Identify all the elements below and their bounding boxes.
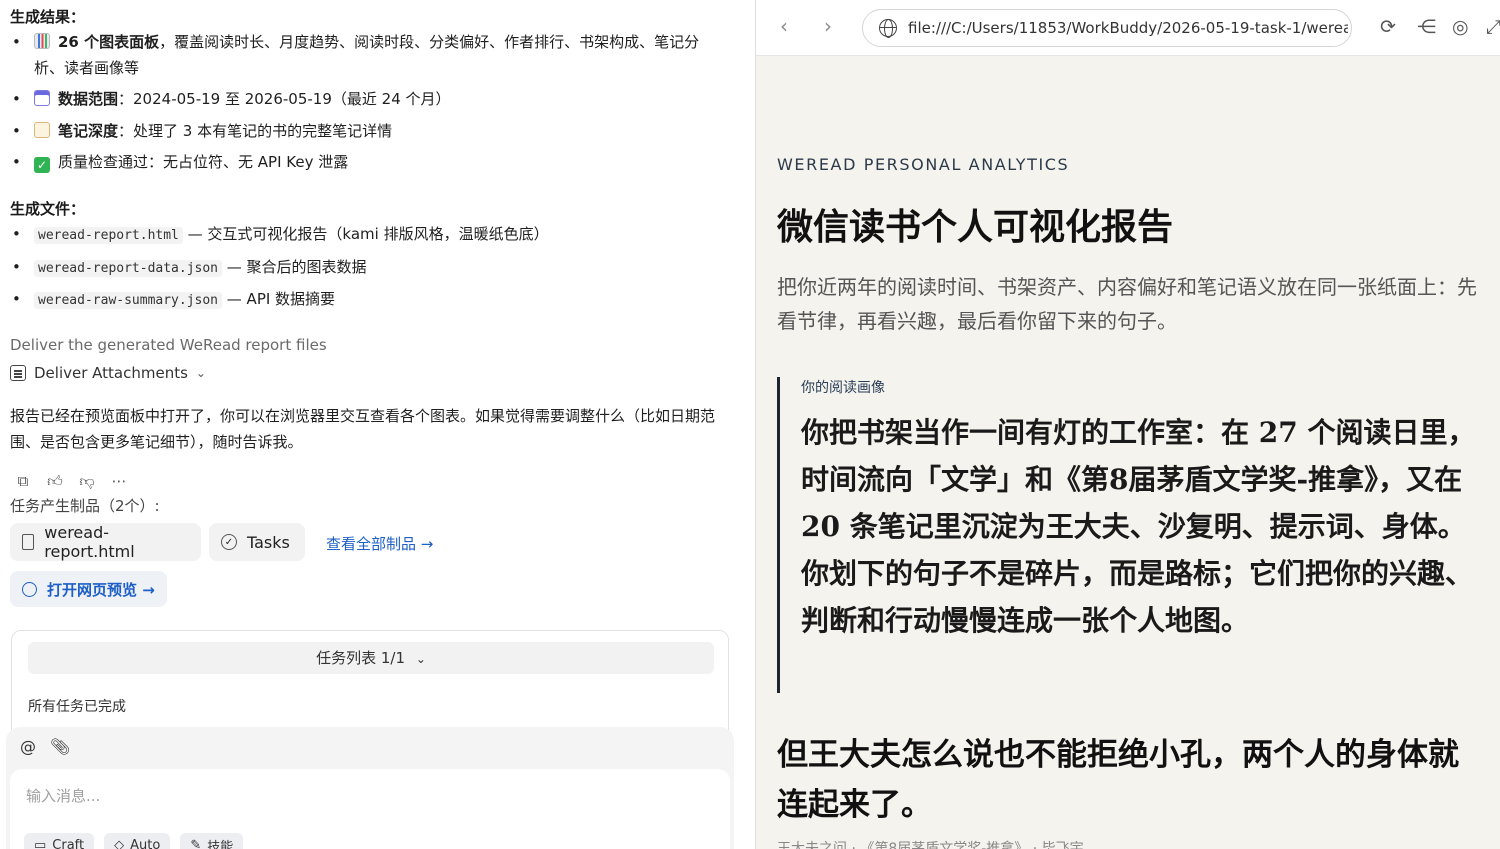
url-text: file:///C:/Users/11853/WorkBuddy/2026-05… (908, 19, 1348, 37)
share-icon[interactable]: ⋲ (1417, 16, 1436, 38)
globe-icon (22, 581, 37, 597)
artifact-tasks-chip[interactable]: ✓ Tasks (209, 523, 305, 561)
browser-preview-pane: ‹ › file:///C:/Users/11853/WorkBuddy/202… (755, 0, 1500, 849)
reader-portrait-quote: 你的阅读画像 你把书架当作一间有灯的工作室：在 27 个阅读日里，时间流向「文学… (777, 377, 1482, 693)
result-item-text: 质量检查通过：无占位符、无 API Key 泄露 (58, 153, 349, 171)
file-desc: — API 数据摘要 (222, 290, 336, 308)
forward-arrow-icon[interactable]: › (824, 14, 832, 38)
artifact-file-chip[interactable]: weread-report.html (10, 523, 201, 561)
cube-icon: ◇ (114, 837, 125, 849)
paperclip-icon[interactable]: 📎︎ (50, 737, 70, 756)
globe-button-icon[interactable]: ◎ (1452, 16, 1469, 38)
file-icon (22, 534, 35, 550)
refresh-icon[interactable]: ⟳ (1380, 16, 1396, 38)
chat-pane: 生成结果： • 26 个图表面板，覆盖阅读时长、月度趋势、阅读时段、分类偏好、作… (0, 0, 740, 849)
chevron-down-icon: ⌄ (195, 366, 206, 380)
deliver-attachments-toggle[interactable]: Deliver Attachments ⌄ (10, 364, 206, 382)
model-label: Auto (130, 837, 161, 849)
globe-icon (879, 19, 897, 38)
file-desc: — 聚合后的图表数据 (222, 258, 367, 276)
result-item-text: ：处理了 3 本有笔记的书的完整笔记详情 (118, 122, 393, 140)
message-input[interactable]: 输入消息... ▭ Craft ◇ Auto ✎ 技能 (10, 769, 730, 849)
mode-selector[interactable]: ▭ Craft (24, 833, 95, 849)
view-all-artifacts-link[interactable]: 查看全部制品 → (326, 533, 433, 554)
results-heading: 生成结果： (10, 8, 86, 26)
assistant-message: 报告已经在预览面板中打开了，你可以在浏览器里交互查看各个图表。如果觉得需要调整什… (10, 407, 716, 451)
memo-icon (34, 122, 50, 138)
browser-toolbar: ‹ › file:///C:/Users/11853/WorkBuddy/202… (756, 0, 1500, 56)
calendar-icon (34, 90, 50, 106)
task-status: 所有任务已完成 (28, 699, 126, 715)
document-icon (10, 365, 26, 381)
highlight-excerpt: 但王大夫怎么说也不能拒绝小孔，两个人的身体就连起来了。 (777, 737, 1459, 823)
more-icon[interactable]: ⋯ (110, 472, 128, 490)
expand-icon[interactable]: ⤢ (1486, 16, 1500, 38)
thumbs-down-icon[interactable]: 👎︎ (78, 472, 96, 490)
task-list-label: 任务列表 1/1 (316, 649, 406, 667)
skill-icon: ✎ (190, 837, 202, 849)
skills-label: 技能 (207, 839, 234, 849)
mention-icon[interactable]: @ (20, 737, 36, 756)
bar-chart-icon (34, 33, 50, 49)
back-arrow-icon[interactable]: ‹ (780, 14, 788, 38)
artifacts-heading: 任务产生制品（2个）: (10, 497, 160, 515)
report-eyebrow: WEREAD PERSONAL ANALYTICS (777, 155, 1070, 174)
artifact-file-name: weread-report.html (44, 523, 135, 561)
task-list-toggle[interactable]: 任务列表 1/1 ⌄ (28, 642, 714, 674)
file-name[interactable]: weread-report.html (34, 227, 183, 244)
excerpt-caption: 王大夫之问 · 《第8届茅盾文学奖-推拿》 · 毕飞宇 (777, 841, 1084, 849)
open-preview-label: 打开网页预览 → (47, 580, 155, 599)
report-lede: 把你近两年的阅读时间、书架资产、内容偏好和笔记语义放在同一张纸面上：先看节律，再… (777, 275, 1477, 333)
check-mark-icon: ✓ (34, 157, 50, 173)
deliver-label: Deliver Attachments (34, 364, 188, 382)
copy-icon[interactable]: ⧉ (14, 472, 32, 490)
artifact-tasks-label: Tasks (247, 532, 290, 552)
file-name[interactable]: weread-raw-summary.json (34, 292, 223, 309)
report-title: 微信读书个人可视化报告 (777, 206, 1174, 248)
skills-button[interactable]: ✎ 技能 (180, 833, 244, 849)
thumbs-up-icon[interactable]: 👍︎ (46, 472, 64, 490)
result-item-bold: 26 个图表面板 (58, 33, 160, 51)
chevron-down-icon: ⌄ (415, 652, 426, 666)
result-item-text: ：2024-05-19 至 2026-05-19（最近 24 个月） (118, 90, 451, 108)
model-selector[interactable]: ◇ Auto (104, 833, 171, 849)
mode-label: Craft (52, 837, 85, 849)
quote-text: 你把书架当作一间有灯的工作室：在 27 个阅读日里，时间流向「文学」和《第8届茅… (801, 416, 1476, 637)
check-circle-icon: ✓ (221, 534, 237, 550)
quote-label: 你的阅读画像 (801, 380, 885, 396)
folder-icon: ▭ (34, 837, 47, 849)
file-name[interactable]: weread-report-data.json (34, 260, 223, 277)
message-composer: @ 📎︎ 输入消息... ▭ Craft ◇ Auto ✎ 技能 (6, 727, 734, 849)
address-bar[interactable]: file:///C:/Users/11853/WorkBuddy/2026-05… (862, 9, 1352, 47)
tool-call-title: Deliver the generated WeRead report file… (10, 336, 327, 354)
files-heading: 生成文件： (10, 200, 86, 218)
result-item-bold: 笔记深度 (58, 122, 119, 140)
message-input-placeholder: 输入消息... (26, 787, 101, 805)
open-preview-button[interactable]: 打开网页预览 → (10, 571, 167, 607)
result-item-bold: 数据范围 (58, 90, 119, 108)
file-desc: — 交互式可视化报告（kami 排版风格，温暖纸色底） (182, 225, 549, 243)
message-actions: ⧉ 👍︎ 👎︎ ⋯ (14, 472, 128, 491)
